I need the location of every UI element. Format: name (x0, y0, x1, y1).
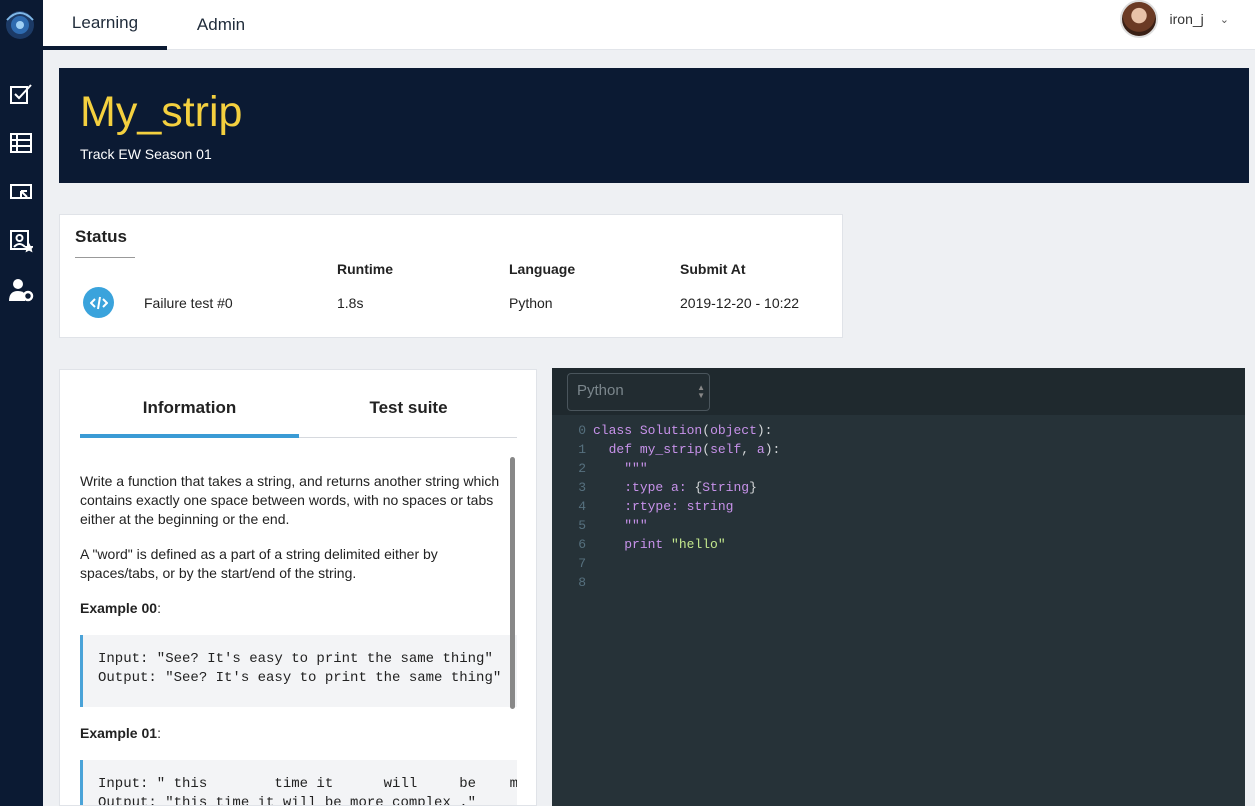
info-content: Write a function that takes a string, an… (80, 472, 517, 805)
status-submit-at: 2019-12-20 - 10:22 (680, 295, 800, 311)
username: iron_j (1169, 11, 1204, 27)
code-line: 4 :rtype: string (578, 499, 734, 514)
select-arrows-icon: ▲ ▼ (697, 383, 705, 400)
status-heading: Status (75, 227, 135, 258)
status-runtime: 1.8s (337, 295, 364, 311)
code-editor[interactable]: Python ▲ ▼ 0 class Solution(object): 1 def… (552, 368, 1245, 806)
checkbox-icon[interactable] (8, 81, 34, 107)
example-00-code: Input: "See? It's easy to print the same… (80, 635, 517, 707)
info-panel: Information Test suite Write a function … (59, 369, 537, 806)
tab-test-suite[interactable]: Test suite (299, 398, 518, 438)
tab-test-suite-label: Test suite (369, 398, 448, 417)
presentation-icon[interactable] (8, 180, 34, 206)
code-line: 8 (578, 575, 586, 590)
language-select[interactable]: Python ▲ ▼ (567, 373, 710, 411)
tab-admin-label: Admin (196, 15, 246, 34)
runtime-header: Runtime (337, 261, 393, 277)
code-line: 1 def my_strip(self, a): (578, 442, 781, 457)
tab-learning[interactable]: Learning (43, 0, 167, 50)
app-logo[interactable] (3, 4, 37, 42)
avatar[interactable] (1119, 0, 1158, 38)
code-line: 5 """ (578, 518, 648, 533)
status-card: Status Runtime Language Submit At Failur… (59, 214, 843, 338)
status-result: Failure test #0 (144, 295, 233, 311)
chevron-down-icon[interactable]: ⌄ (1220, 13, 1229, 26)
code-line: 0 class Solution(object): (578, 423, 773, 438)
submit-at-header: Submit At (680, 261, 746, 277)
description-paragraph: A "word" is defined as a part of a strin… (80, 546, 438, 581)
status-language: Python (509, 295, 553, 311)
example-01-label: Example 01: (80, 725, 161, 741)
tab-information-label: Information (142, 398, 237, 417)
code-area[interactable]: 0 class Solution(object): 1 def my_strip(… (552, 421, 1245, 592)
code-icon (83, 287, 114, 318)
example-00-label: Example 00: (80, 600, 161, 616)
editor-toolbar: Python ▲ ▼ (552, 368, 1245, 415)
info-tabs: Information Test suite (80, 370, 517, 438)
info-scrollbar[interactable] (510, 457, 515, 709)
user-menu[interactable]: iron_j ⌄ (1119, 0, 1229, 38)
project-header: My_strip Track EW Season 01 (59, 68, 1249, 183)
tab-admin[interactable]: Admin (167, 0, 275, 50)
language-select-value: Python (577, 382, 624, 399)
user-settings-icon[interactable] (8, 277, 34, 303)
tab-information[interactable]: Information (80, 398, 299, 438)
code-line: 3 :type a: {String} (578, 480, 757, 495)
code-line: 6 print "hello" (578, 537, 726, 552)
page-title: My_strip (80, 88, 243, 136)
code-line: 2 """ (578, 461, 648, 476)
tab-learning-label: Learning (71, 13, 139, 32)
example-01-code: Input: " this time it will be mo Output:… (80, 760, 517, 805)
language-header: Language (509, 261, 576, 277)
top-nav: Learning Admin iron_j ⌄ (43, 0, 1255, 50)
code-line: 7 (578, 556, 586, 571)
page-subtitle: Track EW Season 01 (80, 146, 212, 162)
sidebar (0, 0, 43, 806)
profile-star-icon[interactable] (8, 228, 34, 254)
description-paragraph: Write a function that takes a string, an… (80, 473, 500, 527)
list-icon[interactable] (8, 130, 34, 156)
